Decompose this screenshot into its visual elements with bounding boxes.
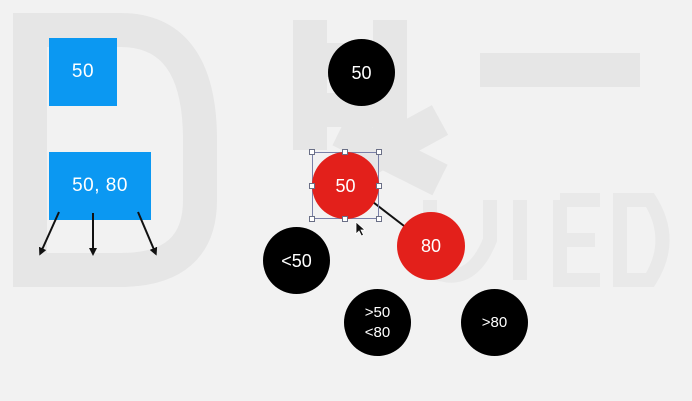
- rb-between-top-label: >50: [364, 303, 391, 321]
- rb-root-label: 50: [351, 62, 372, 83]
- rb-red-left-label: 50: [335, 175, 356, 196]
- rb-red-right-node: 80: [397, 212, 465, 280]
- resize-handle-bottom-right[interactable]: [376, 216, 382, 222]
- rb-less-label: <50: [281, 250, 312, 271]
- arrow-right: [137, 211, 158, 256]
- rb-greater-node: >80: [461, 289, 528, 356]
- rb-less-node: <50: [263, 227, 330, 294]
- rb-red-left-node[interactable]: 50: [312, 152, 379, 219]
- rb-root-node: 50: [328, 39, 395, 106]
- diagram-canvas: 50 50, 80 50 <50 >50 <80 >80 80 50: [0, 0, 692, 401]
- resize-handle-top-right[interactable]: [376, 149, 382, 155]
- resize-handle-right[interactable]: [376, 183, 382, 189]
- rb-between-node: >50 <80: [344, 289, 411, 356]
- mouse-cursor-icon: [355, 221, 367, 237]
- resize-handle-top[interactable]: [342, 149, 348, 155]
- resize-handle-top-left[interactable]: [309, 149, 315, 155]
- rb-red-right-label: 80: [420, 236, 442, 256]
- rb-between-bottom-label: <80: [364, 323, 391, 341]
- arrow-left: [38, 211, 60, 256]
- resize-handle-left[interactable]: [309, 183, 315, 189]
- resize-handle-bottom[interactable]: [342, 216, 348, 222]
- resize-handle-bottom-left[interactable]: [309, 216, 315, 222]
- rb-greater-label: >80: [481, 313, 508, 331]
